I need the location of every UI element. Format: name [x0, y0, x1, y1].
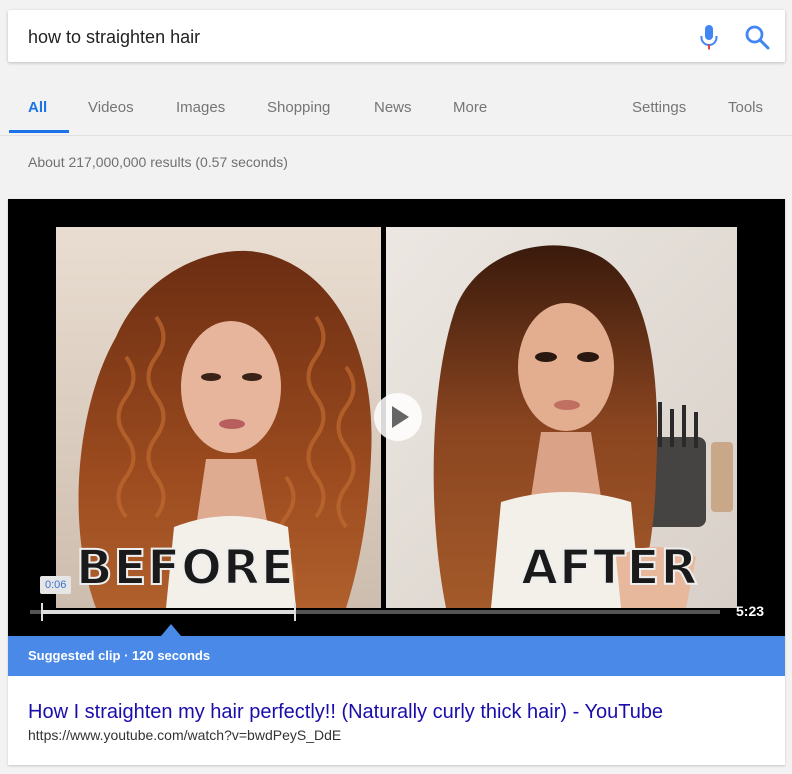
- suggested-clip-label: Suggested clip · 120 seconds: [28, 648, 211, 663]
- result-stats: About 217,000,000 results (0.57 seconds): [28, 154, 288, 170]
- search-box[interactable]: [8, 10, 785, 62]
- search-icon[interactable]: [744, 24, 770, 50]
- suggested-clip-range: [42, 610, 294, 614]
- microphone-icon[interactable]: [698, 24, 720, 50]
- clip-pointer: [161, 624, 181, 636]
- tab-all[interactable]: All: [28, 99, 47, 116]
- before-label: BEFORE: [75, 540, 295, 596]
- tab-tools[interactable]: Tools: [728, 99, 763, 116]
- video-player[interactable]: BEFORE AFTER 0:06 5:23: [8, 199, 785, 636]
- active-tab-indicator: [9, 130, 69, 133]
- clip-start-handle[interactable]: [41, 603, 43, 621]
- after-label: AFTER: [520, 540, 699, 596]
- video-result-card: BEFORE AFTER 0:06 5:23 Suggested clip · …: [8, 199, 785, 765]
- search-input[interactable]: [28, 25, 648, 49]
- tab-more[interactable]: More: [453, 99, 487, 116]
- tab-shopping[interactable]: Shopping: [267, 99, 330, 116]
- tab-settings[interactable]: Settings: [632, 99, 686, 116]
- tabs-bar: All Videos Images Shopping News More Set…: [0, 85, 792, 136]
- clip-end-handle[interactable]: [294, 603, 296, 621]
- tab-news[interactable]: News: [374, 99, 412, 116]
- result-title-link[interactable]: How I straighten my hair perfectly!! (Na…: [28, 701, 663, 724]
- tab-images[interactable]: Images: [176, 99, 225, 116]
- tab-videos[interactable]: Videos: [88, 99, 134, 116]
- suggested-clip-bar: Suggested clip · 120 seconds: [8, 636, 785, 676]
- video-duration: 5:23: [736, 603, 765, 619]
- result-url: https://www.youtube.com/watch?v=bwdPeyS_…: [28, 727, 342, 743]
- current-time-badge: 0:06: [40, 576, 72, 594]
- play-icon[interactable]: [373, 392, 423, 442]
